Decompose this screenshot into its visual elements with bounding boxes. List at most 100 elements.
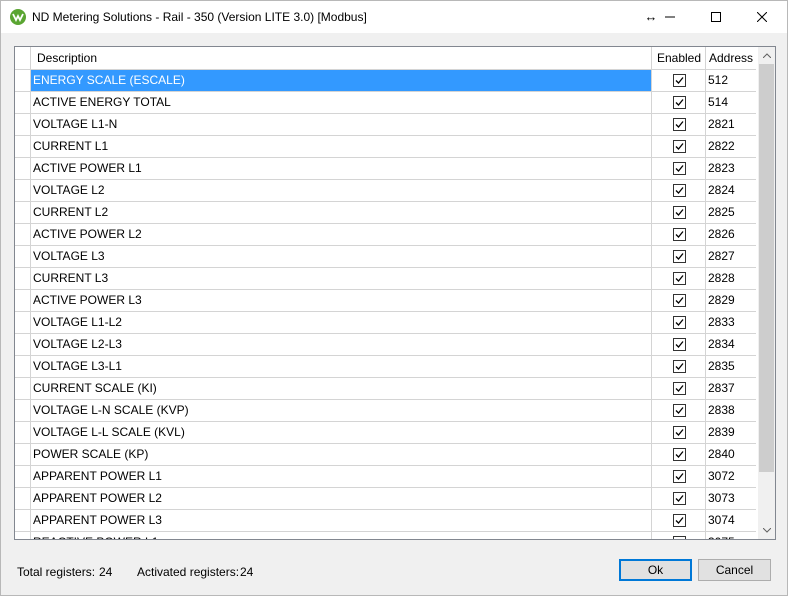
enabled-checkbox[interactable] [673, 316, 686, 329]
description-cell[interactable]: APPARENT POWER L2 [31, 488, 652, 509]
enabled-checkbox[interactable] [673, 338, 686, 351]
address-cell[interactable]: 3072 [706, 466, 756, 487]
enabled-checkbox[interactable] [673, 140, 686, 153]
address-cell[interactable]: 2839 [706, 422, 756, 443]
table-row[interactable]: VOLTAGE L-L SCALE (KVL) 2839 [15, 422, 756, 444]
ok-button[interactable]: Ok [619, 559, 692, 581]
table-row[interactable]: VOLTAGE L-N SCALE (KVP) 2838 [15, 400, 756, 422]
address-cell[interactable]: 2824 [706, 180, 756, 201]
enabled-checkbox[interactable] [673, 74, 686, 87]
row-header[interactable] [15, 136, 31, 157]
table-row[interactable]: ACTIVE POWER L3 2829 [15, 290, 756, 312]
description-cell[interactable]: ENERGY SCALE (ESCALE) [31, 70, 652, 91]
table-row[interactable]: VOLTAGE L1-N 2821 [15, 114, 756, 136]
address-cell[interactable]: 2838 [706, 400, 756, 421]
row-header[interactable] [15, 488, 31, 509]
description-cell[interactable]: REACTIVE POWER L1 [31, 532, 652, 539]
description-cell[interactable]: VOLTAGE L3 [31, 246, 652, 267]
enabled-checkbox[interactable] [673, 294, 686, 307]
title-bar[interactable]: ND Metering Solutions - Rail - 350 (Vers… [1, 1, 787, 33]
row-header[interactable] [15, 466, 31, 487]
address-cell[interactable]: 2837 [706, 378, 756, 399]
enabled-checkbox[interactable] [673, 382, 686, 395]
row-header[interactable] [15, 114, 31, 135]
enabled-checkbox[interactable] [673, 470, 686, 483]
registers-grid[interactable]: Description Enabled Address ENERGY SCALE… [14, 46, 776, 540]
description-cell[interactable]: CURRENT SCALE (KI) [31, 378, 652, 399]
row-header[interactable] [15, 510, 31, 531]
enabled-checkbox[interactable] [673, 514, 686, 527]
row-header[interactable] [15, 202, 31, 223]
table-row[interactable]: ACTIVE POWER L2 2826 [15, 224, 756, 246]
table-row[interactable]: VOLTAGE L2 2824 [15, 180, 756, 202]
description-cell[interactable]: ACTIVE POWER L3 [31, 290, 652, 311]
address-cell[interactable]: 2833 [706, 312, 756, 333]
address-cell[interactable]: 2834 [706, 334, 756, 355]
row-header[interactable] [15, 356, 31, 377]
minimize-button[interactable] [647, 1, 693, 33]
scrollbar-thumb[interactable] [759, 64, 774, 472]
table-row[interactable]: VOLTAGE L1-L2 2833 [15, 312, 756, 334]
table-row[interactable]: VOLTAGE L3 2827 [15, 246, 756, 268]
table-row[interactable]: REACTIVE POWER L1 3075 [15, 532, 756, 539]
address-cell[interactable]: 2829 [706, 290, 756, 311]
table-row[interactable]: VOLTAGE L2-L3 2834 [15, 334, 756, 356]
row-header[interactable] [15, 70, 31, 91]
cancel-button[interactable]: Cancel [698, 559, 771, 581]
enabled-checkbox[interactable] [673, 228, 686, 241]
enabled-checkbox[interactable] [673, 404, 686, 417]
table-row[interactable]: POWER SCALE (KP) 2840 [15, 444, 756, 466]
column-header-address[interactable]: Address [706, 47, 756, 69]
close-button[interactable] [739, 1, 785, 33]
description-cell[interactable]: CURRENT L2 [31, 202, 652, 223]
enabled-checkbox[interactable] [673, 360, 686, 373]
enabled-checkbox[interactable] [673, 426, 686, 439]
description-cell[interactable]: VOLTAGE L1-L2 [31, 312, 652, 333]
row-header[interactable] [15, 532, 31, 539]
row-header[interactable] [15, 158, 31, 179]
description-cell[interactable]: APPARENT POWER L3 [31, 510, 652, 531]
enabled-checkbox[interactable] [673, 96, 686, 109]
table-row[interactable]: CURRENT L2 2825 [15, 202, 756, 224]
row-header[interactable] [15, 312, 31, 333]
description-cell[interactable]: VOLTAGE L-N SCALE (KVP) [31, 400, 652, 421]
table-row[interactable]: APPARENT POWER L3 3074 [15, 510, 756, 532]
description-cell[interactable]: POWER SCALE (KP) [31, 444, 652, 465]
table-row[interactable]: ACTIVE POWER L1 2823 [15, 158, 756, 180]
table-row[interactable]: ENERGY SCALE (ESCALE) 512 [15, 70, 756, 92]
row-header[interactable] [15, 444, 31, 465]
address-cell[interactable]: 2822 [706, 136, 756, 157]
table-row[interactable]: CURRENT L3 2828 [15, 268, 756, 290]
enabled-checkbox[interactable] [673, 448, 686, 461]
row-header[interactable] [15, 92, 31, 113]
description-cell[interactable]: VOLTAGE L1-N [31, 114, 652, 135]
table-row[interactable]: CURRENT L1 2822 [15, 136, 756, 158]
row-header[interactable] [15, 378, 31, 399]
vertical-scrollbar[interactable] [758, 47, 775, 539]
maximize-button[interactable] [693, 1, 739, 33]
description-cell[interactable]: VOLTAGE L2 [31, 180, 652, 201]
address-cell[interactable]: 2840 [706, 444, 756, 465]
address-cell[interactable]: 514 [706, 92, 756, 113]
row-header[interactable] [15, 180, 31, 201]
address-cell[interactable]: 3075 [706, 532, 756, 539]
enabled-checkbox[interactable] [673, 250, 686, 263]
scroll-down-button[interactable] [758, 522, 775, 539]
description-cell[interactable]: VOLTAGE L3-L1 [31, 356, 652, 377]
enabled-checkbox[interactable] [673, 492, 686, 505]
description-cell[interactable]: APPARENT POWER L1 [31, 466, 652, 487]
scroll-up-button[interactable] [758, 47, 775, 64]
enabled-checkbox[interactable] [673, 162, 686, 175]
column-header-description[interactable]: Description [31, 47, 652, 69]
table-row[interactable]: VOLTAGE L3-L1 2835 [15, 356, 756, 378]
description-cell[interactable]: CURRENT L1 [31, 136, 652, 157]
description-cell[interactable]: CURRENT L3 [31, 268, 652, 289]
description-cell[interactable]: VOLTAGE L-L SCALE (KVL) [31, 422, 652, 443]
table-row[interactable]: APPARENT POWER L2 3073 [15, 488, 756, 510]
table-row[interactable]: CURRENT SCALE (KI) 2837 [15, 378, 756, 400]
enabled-checkbox[interactable] [673, 118, 686, 131]
description-cell[interactable]: ACTIVE ENERGY TOTAL [31, 92, 652, 113]
enabled-checkbox[interactable] [673, 272, 686, 285]
table-row[interactable]: APPARENT POWER L1 3072 [15, 466, 756, 488]
address-cell[interactable]: 2825 [706, 202, 756, 223]
